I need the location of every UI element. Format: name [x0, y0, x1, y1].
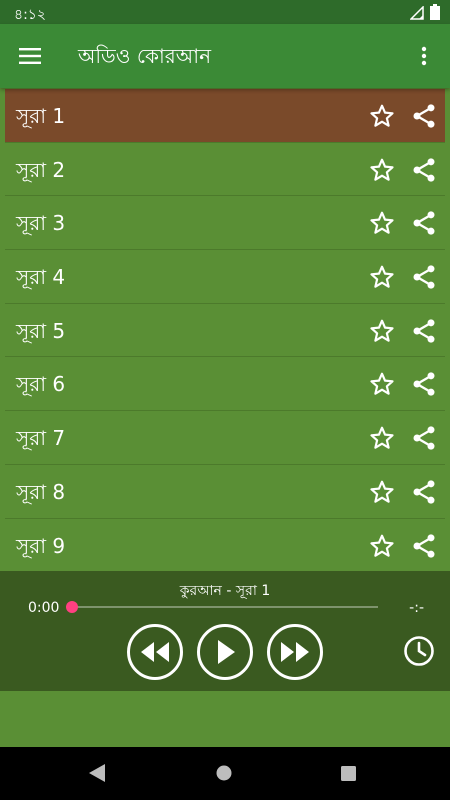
star-outline-icon — [370, 158, 394, 181]
favorite-button[interactable] — [367, 316, 397, 346]
nav-back-button[interactable] — [88, 763, 106, 787]
fast-forward-button[interactable] — [267, 624, 323, 680]
favorite-button[interactable] — [367, 423, 397, 453]
list-item[interactable]: সূরা 2 — [5, 142, 445, 197]
surah-label: সূরা 7 — [16, 426, 66, 451]
seek-thumb[interactable] — [66, 601, 78, 613]
list-item[interactable]: সূরা 8 — [5, 464, 445, 519]
surah-label: সূরা 5 — [16, 318, 66, 343]
surah-label: সূরা 1 — [16, 104, 66, 128]
surah-label: সূরা 3 — [16, 211, 66, 236]
app-bar: অডিও কোরআন — [0, 24, 450, 88]
share-button[interactable] — [409, 477, 439, 507]
audio-player: কুরআন - সূরা 1 0:00 -:- — [0, 571, 450, 691]
back-triangle-icon — [89, 764, 105, 782]
favorite-button[interactable] — [367, 369, 397, 399]
fast-forward-icon — [281, 642, 309, 662]
surah-label: সূরা 8 — [16, 479, 66, 504]
app-title: অডিও কোরআন — [78, 44, 212, 68]
share-icon — [413, 480, 435, 504]
list-item[interactable]: সূরা 9 — [5, 518, 445, 573]
star-outline-icon — [370, 319, 394, 342]
rewind-button[interactable] — [127, 624, 183, 680]
share-icon — [413, 533, 435, 558]
status-icons — [409, 4, 440, 24]
total-time: -:- — [409, 600, 424, 616]
share-icon — [413, 319, 435, 343]
list-item[interactable]: সূরা 3 — [5, 196, 445, 251]
menu-button[interactable] — [16, 42, 44, 70]
home-circle-icon — [216, 765, 232, 781]
share-button[interactable] — [409, 423, 439, 453]
system-nav-bar — [0, 747, 450, 800]
nav-home-button[interactable] — [216, 765, 232, 785]
list-item[interactable]: সূরা 4 — [5, 250, 445, 304]
share-icon — [413, 265, 435, 289]
list-item[interactable]: সূরা 6 — [5, 357, 445, 412]
share-icon — [413, 372, 435, 397]
star-outline-icon — [370, 480, 394, 503]
status-bar: ৪:১২ — [0, 0, 450, 24]
surah-label: সূরা 2 — [16, 157, 66, 182]
list-item[interactable]: সূরা 1 — [5, 89, 445, 143]
sleep-timer-button[interactable] — [402, 634, 436, 668]
track-title: কুরআন - সূরা 1 — [179, 583, 271, 599]
share-button[interactable] — [409, 155, 439, 185]
favorite-button[interactable] — [367, 477, 397, 507]
share-icon — [413, 211, 435, 236]
surah-label: সূরা 6 — [16, 372, 66, 397]
surah-label: সূরা 4 — [16, 265, 66, 290]
fast-rewind-icon — [141, 642, 169, 662]
star-outline-icon — [370, 426, 394, 449]
share-icon — [413, 426, 435, 450]
play-button[interactable] — [197, 624, 253, 680]
list-item[interactable]: সূরা 7 — [5, 411, 445, 465]
share-button[interactable] — [409, 369, 439, 399]
share-button[interactable] — [409, 101, 439, 131]
star-outline-icon — [370, 373, 394, 396]
star-outline-icon — [370, 104, 394, 127]
favorite-button[interactable] — [367, 262, 397, 292]
surah-label: সূরা 9 — [16, 533, 66, 558]
current-time: 0:00 — [28, 600, 60, 616]
share-icon — [413, 158, 435, 182]
play-icon — [218, 640, 235, 664]
surah-list: সূরা 1 সূরা 2 সূরা 3 সূরা 4 সূরা 5 সূরা 6 সূরা… — [5, 89, 445, 573]
star-outline-icon — [370, 212, 394, 235]
star-outline-icon — [370, 534, 394, 557]
favorite-button[interactable] — [367, 155, 397, 185]
share-button[interactable] — [409, 208, 439, 238]
star-outline-icon — [370, 265, 394, 288]
nav-recents-button[interactable] — [341, 766, 356, 785]
favorite-button[interactable] — [367, 208, 397, 238]
hamburger-menu-icon — [19, 48, 41, 64]
signal-icon — [409, 4, 424, 24]
battery-icon — [430, 4, 440, 24]
favorite-button[interactable] — [367, 531, 397, 561]
favorite-button[interactable] — [367, 101, 397, 131]
overflow-menu-button[interactable] — [410, 42, 438, 70]
list-item[interactable]: সূরা 5 — [5, 303, 445, 358]
share-icon — [413, 104, 435, 128]
more-vert-icon — [421, 46, 427, 66]
share-button[interactable] — [409, 262, 439, 292]
share-button[interactable] — [409, 316, 439, 346]
share-button[interactable] — [409, 531, 439, 561]
recents-square-icon — [341, 766, 356, 781]
clock-icon — [404, 636, 434, 666]
seek-bar[interactable] — [72, 606, 378, 608]
